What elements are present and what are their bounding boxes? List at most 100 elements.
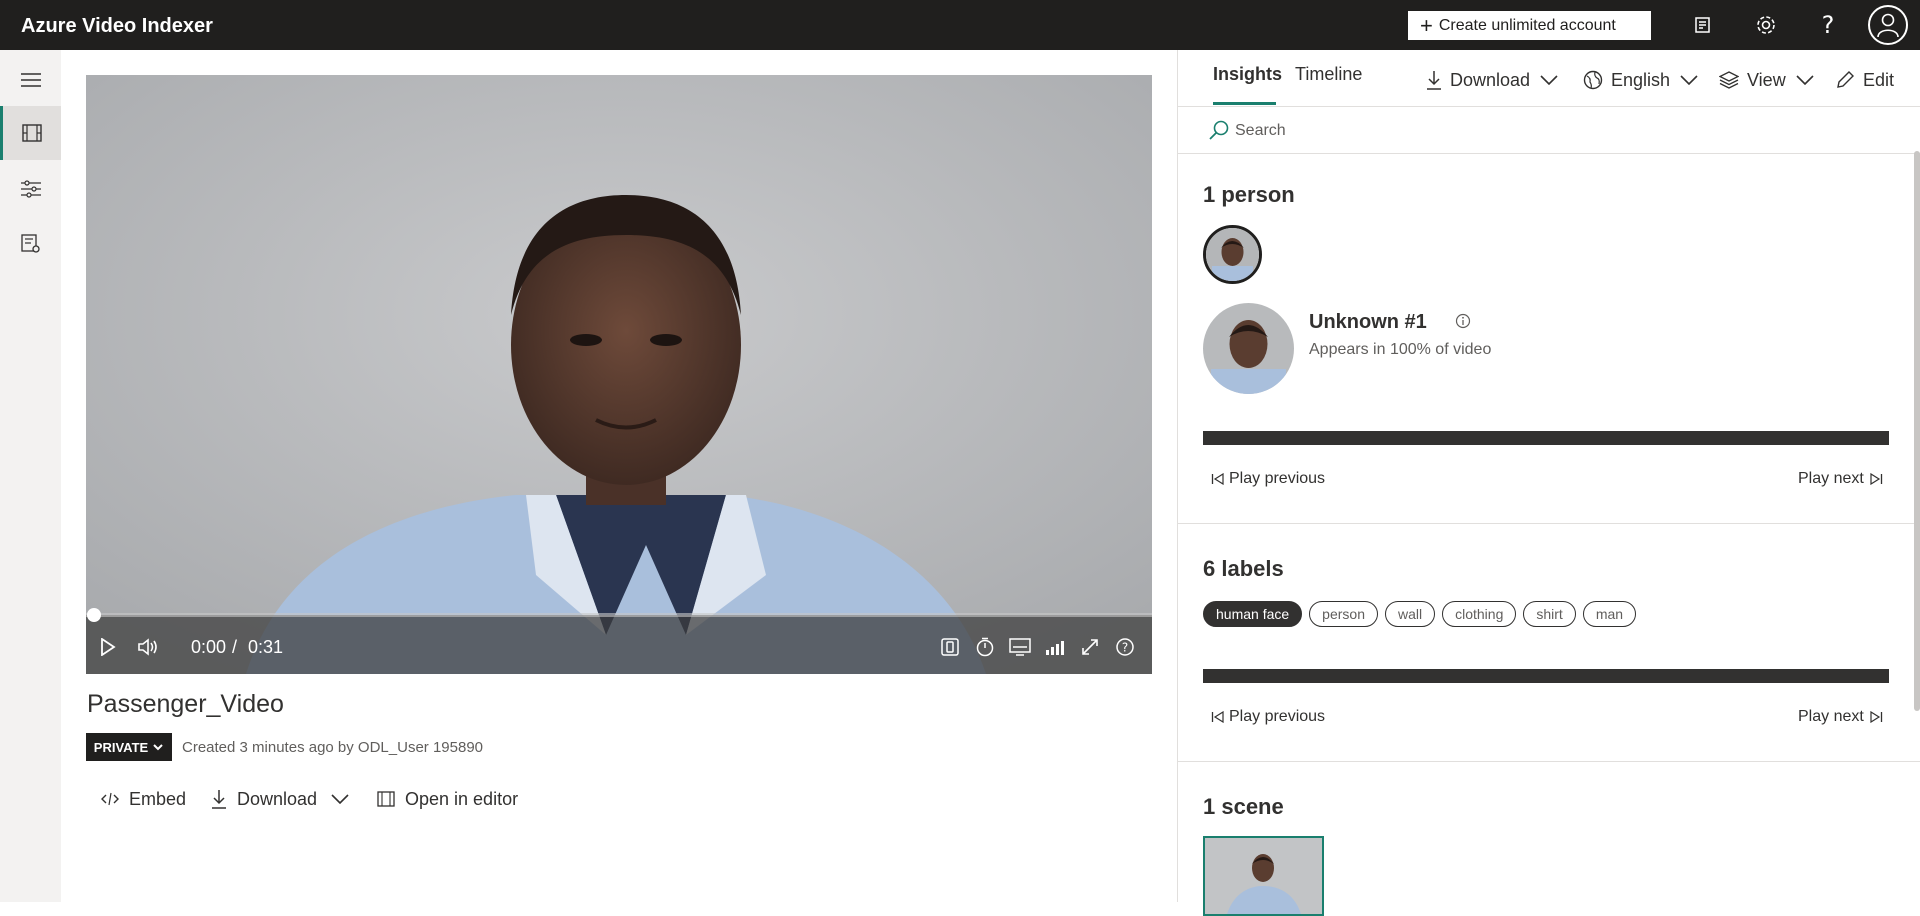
tab-insights[interactable]: Insights <box>1213 64 1282 85</box>
current-time: 0:00 <box>191 637 227 657</box>
skip-previous-icon <box>1211 711 1224 723</box>
help-icon[interactable]: ? <box>1813 10 1843 40</box>
label-play-previous[interactable]: Play previous <box>1211 708 1325 726</box>
chevron-down-icon <box>1540 75 1558 85</box>
top-bar: Azure Video Indexer + Create unlimited a… <box>0 0 1920 50</box>
language-dropdown[interactable]: English <box>1583 67 1698 93</box>
labels-section-title: 6 labels <box>1203 556 1284 581</box>
open-in-editor-button[interactable]: Open in editor <box>377 786 518 812</box>
download-dropdown-button[interactable]: Download <box>211 786 349 812</box>
quality-icon[interactable] <box>1043 635 1067 659</box>
video-frame <box>86 75 1152 674</box>
edit-label: Edit <box>1863 69 1895 90</box>
layers-icon <box>1719 71 1739 89</box>
volume-icon[interactable] <box>136 635 160 659</box>
user-avatar-icon[interactable] <box>1868 5 1908 45</box>
person-timeline-bar[interactable] <box>1203 431 1889 445</box>
labels-list: human face person wall clothing shirt ma… <box>1203 601 1637 627</box>
privacy-label: PRIVATE <box>93 739 149 755</box>
plus-icon: + <box>1420 12 1433 38</box>
panel-download-dropdown[interactable]: Download <box>1426 67 1558 93</box>
person-face-thumbnail[interactable] <box>1203 225 1262 284</box>
person-play-previous[interactable]: Play previous <box>1211 470 1325 488</box>
live-caption-icon[interactable] <box>938 635 962 659</box>
speed-timer-icon[interactable] <box>973 635 997 659</box>
duration: 0:31 <box>248 637 284 657</box>
panel-download-label: Download <box>1450 69 1531 90</box>
create-unlimited-account-button[interactable]: + Create unlimited account <box>1408 11 1651 40</box>
label-play-next[interactable]: Play next <box>1798 708 1883 726</box>
left-rail <box>0 50 61 902</box>
label-chip[interactable]: shirt <box>1523 601 1576 627</box>
created-info: Created 3 minutes ago by ODL_User 195890 <box>182 739 484 756</box>
person-play-next[interactable]: Play next <box>1798 470 1883 488</box>
menu-icon[interactable] <box>0 53 61 107</box>
label-play-previous-label: Play previous <box>1229 708 1326 725</box>
skip-next-icon <box>1870 473 1882 485</box>
gear-icon[interactable] <box>1751 10 1781 40</box>
notes-icon[interactable] <box>1688 10 1718 40</box>
label-timeline-bar[interactable] <box>1203 669 1889 683</box>
video-title: Passenger_Video <box>87 690 284 718</box>
fullscreen-icon[interactable] <box>1078 635 1102 659</box>
video-player[interactable]: 0:00 / 0:31 ? <box>86 75 1152 674</box>
play-icon[interactable] <box>96 635 120 659</box>
person-name: Unknown #1 <box>1309 311 1427 333</box>
section-divider <box>1178 523 1920 524</box>
svg-text:?: ? <box>1122 641 1128 655</box>
skip-previous-icon <box>1211 473 1224 485</box>
model-customization-icon[interactable] <box>0 162 61 216</box>
progress-thumb[interactable] <box>87 608 101 622</box>
create-account-label: Create unlimited account <box>1438 16 1616 34</box>
embed-label: Embed <box>129 788 187 809</box>
insights-panel: Insights Timeline Download English View … <box>1177 50 1920 916</box>
search-input[interactable] <box>1235 119 1835 143</box>
download-label: Download <box>237 788 318 809</box>
person-avatar[interactable] <box>1203 303 1294 394</box>
download-icon <box>212 790 226 809</box>
subtitles-icon[interactable] <box>1008 635 1032 659</box>
search-icon <box>1209 120 1229 140</box>
video-library-icon[interactable] <box>0 106 61 160</box>
player-controls: 0:00 / 0:31 ? <box>86 615 1152 674</box>
scenes-section-title: 1 scene <box>1203 794 1284 819</box>
embed-button[interactable]: Embed <box>101 786 186 812</box>
privacy-dropdown[interactable]: PRIVATE <box>86 733 172 761</box>
panel-scrollbar[interactable] <box>1914 151 1920 711</box>
embed-icon <box>101 792 119 806</box>
chevron-down-icon <box>1680 75 1698 85</box>
globe-icon <box>1583 70 1603 90</box>
progress-bar[interactable] <box>86 608 1152 622</box>
skip-next-icon <box>1870 711 1882 723</box>
section-divider <box>1178 761 1920 762</box>
download-icon <box>1427 71 1441 90</box>
info-icon[interactable] <box>1455 313 1471 329</box>
open-in-editor-label: Open in editor <box>405 788 519 809</box>
view-label: View <box>1747 69 1786 90</box>
chevron-down-icon <box>1796 75 1814 85</box>
time-separator: / <box>232 637 238 657</box>
pencil-icon <box>1837 71 1854 88</box>
app-title[interactable]: Azure Video Indexer <box>21 15 213 38</box>
label-chip[interactable]: wall <box>1384 601 1436 627</box>
language-label: English <box>1611 69 1671 90</box>
person-play-previous-label: Play previous <box>1229 470 1326 487</box>
search-bar <box>1178 106 1920 154</box>
settings-list-icon[interactable] <box>0 217 61 271</box>
label-chip[interactable]: person <box>1309 601 1378 627</box>
active-tab-indicator <box>1213 102 1276 105</box>
label-chip[interactable]: clothing <box>1442 601 1517 627</box>
edit-button[interactable]: Edit <box>1835 67 1894 93</box>
player-help-icon[interactable]: ? <box>1113 635 1137 659</box>
label-chip[interactable]: man <box>1582 601 1637 627</box>
tab-timeline[interactable]: Timeline <box>1295 64 1362 85</box>
chevron-down-icon <box>153 744 163 751</box>
chevron-down-icon <box>331 794 349 804</box>
view-dropdown[interactable]: View <box>1719 67 1814 93</box>
person-appearance: Appears in 100% of video <box>1309 341 1492 358</box>
scene-thumbnail[interactable] <box>1203 836 1324 916</box>
label-play-next-label: Play next <box>1798 708 1864 725</box>
person-play-next-label: Play next <box>1798 470 1864 487</box>
film-icon <box>377 791 395 807</box>
label-chip[interactable]: human face <box>1203 601 1303 627</box>
